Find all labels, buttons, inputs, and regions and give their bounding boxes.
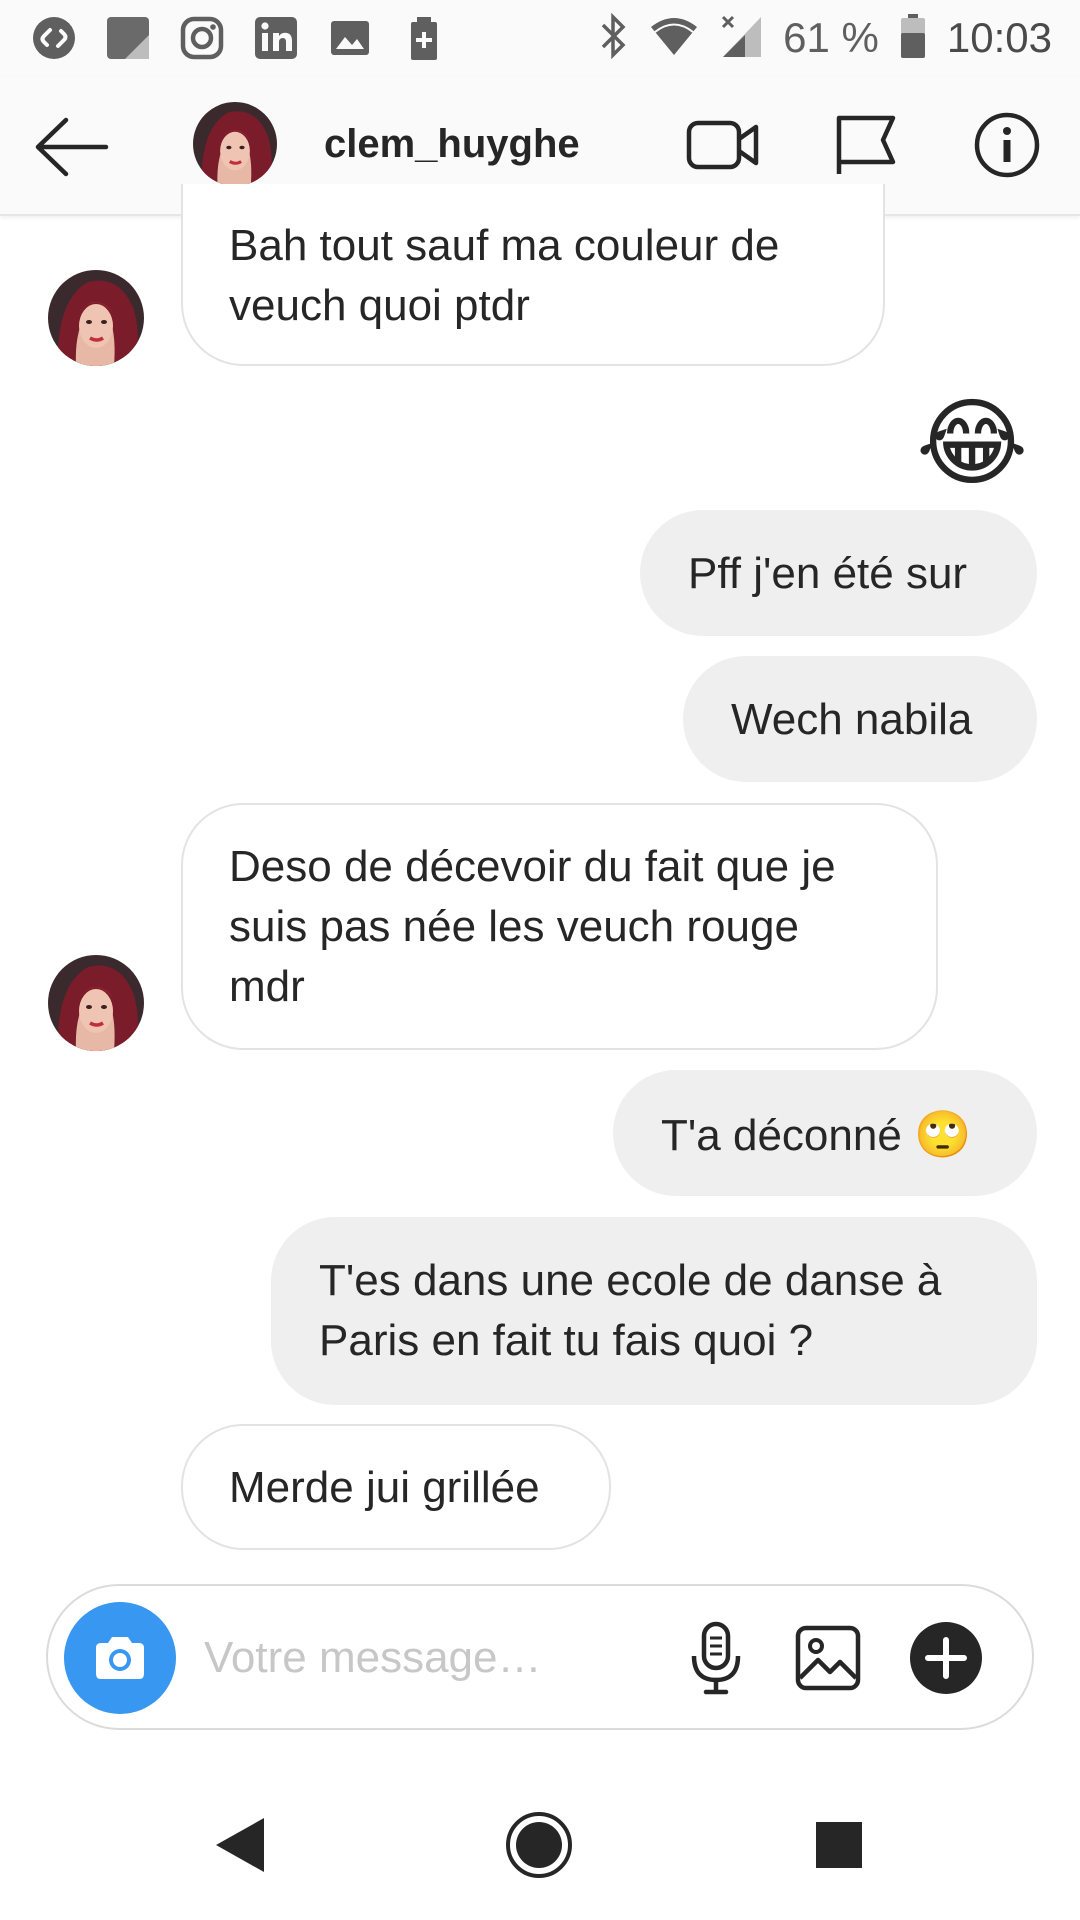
sender-avatar[interactable] [48,270,144,366]
sender-avatar[interactable] [48,955,144,1051]
nav-home-button[interactable] [489,1800,589,1890]
message-bubble-incoming[interactable]: Deso de décevoir du fait que je suis pas… [181,803,938,1050]
header-avatar[interactable] [193,102,277,186]
message-input[interactable] [204,1626,684,1690]
more-options-button[interactable] [906,1616,986,1700]
message-text: Merde jui grillée [229,1463,540,1512]
wifi-icon [649,15,699,62]
back-arrow-icon [35,117,109,177]
signal-icon [719,13,763,64]
nav-back-button[interactable] [190,1800,290,1890]
gallery-icon [795,1625,861,1691]
message-text: mdr [229,962,305,1011]
message-text: Paris en fait tu fais quoi ? [319,1316,814,1365]
camera-button[interactable] [64,1602,176,1714]
notes-icon [102,12,154,64]
clock: 10:03 [946,14,1052,61]
nav-recents-button[interactable] [789,1800,889,1890]
square-recents-icon [816,1822,862,1868]
home-circle-icon [506,1812,572,1878]
flag-icon [836,115,896,174]
message-text: T'es dans une ecole de danse à [319,1256,942,1305]
battery-percent: 61 % [783,14,879,61]
message-bubble-outgoing[interactable]: Pff j'en été sur [640,510,1037,636]
gallery-button[interactable] [788,1616,868,1700]
back-button[interactable] [32,114,112,180]
message-composer [46,1584,1034,1730]
eye-roll-emoji: 🙄 [914,1107,972,1161]
bluetooth-icon [599,12,629,64]
video-call-button[interactable] [684,110,762,180]
message-bubble-outgoing[interactable]: T'a déconné 🙄 [613,1070,1037,1196]
info-icon [974,112,1040,178]
battery-saver-icon [398,12,450,64]
message-bubble-outgoing[interactable]: T'es dans une ecole de danse à Paris en … [271,1217,1037,1405]
camera-icon [96,1637,144,1679]
message-text: T'a déconné [661,1111,902,1160]
emoji-message[interactable]: 😂 [916,388,1028,498]
message-text: Deso de décevoir du fait que je [229,842,836,891]
username[interactable]: clem_huyghe [324,122,580,167]
video-call-icon [686,120,759,170]
battery-icon [899,13,927,64]
profile-photo [48,270,144,366]
instagram-icon [176,12,228,64]
microphone-icon [691,1621,741,1695]
triangle-back-icon [216,1818,264,1872]
flag-button[interactable] [826,110,904,180]
message-bubble-incoming[interactable]: Bah tout sauf ma couleur de veuch quoi p… [181,184,885,366]
plus-icon [910,1622,982,1694]
message-text: Bah tout sauf ma couleur de [229,221,780,270]
message-text: Wech nabila [731,695,973,744]
message-text: suis pas née les veuch rouge [229,902,799,951]
message-text: Pff j'en été sur [688,549,968,598]
linkedin-icon [250,12,302,64]
message-bubble-outgoing[interactable]: Wech nabila [683,656,1037,782]
gallery-icon [324,12,376,64]
shazam-icon [28,12,80,64]
navigation-bar [0,1760,1080,1920]
voice-message-button[interactable] [676,1616,756,1700]
profile-photo [193,102,277,186]
profile-photo [48,955,144,1051]
message-text: veuch quoi ptdr [229,281,530,330]
info-button[interactable] [968,110,1046,180]
message-bubble-incoming[interactable]: Merde jui grillée [181,1424,611,1550]
status-bar: 61 % 10:03 [0,0,1080,76]
